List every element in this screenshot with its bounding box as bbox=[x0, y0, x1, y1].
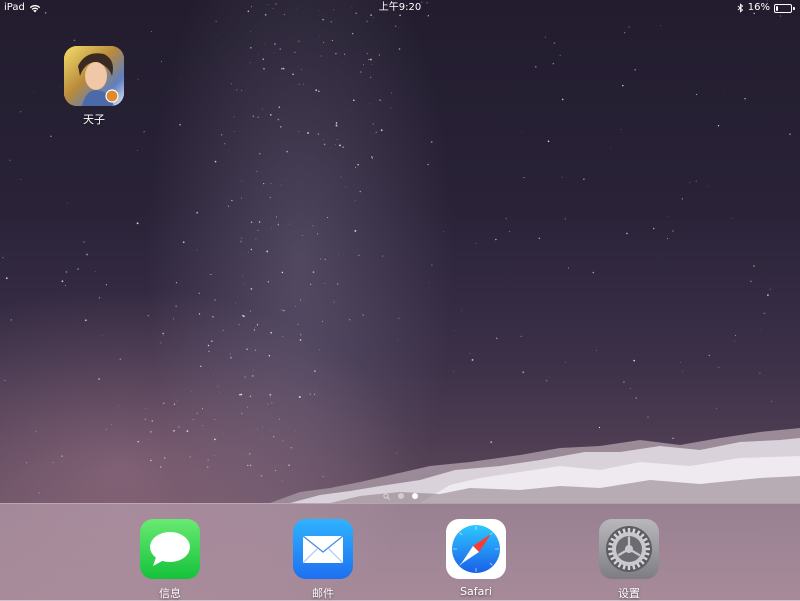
status-bar: iPad 上午9:20 16% bbox=[0, 0, 800, 16]
dock-app-settings[interactable]: 设置 bbox=[589, 519, 669, 601]
messages-icon bbox=[140, 519, 200, 579]
status-right: 16% bbox=[737, 0, 796, 16]
bluetooth-icon bbox=[737, 3, 743, 13]
app-label: Safari bbox=[460, 585, 492, 598]
dock-app-safari[interactable]: Safari bbox=[436, 519, 516, 598]
page-dot-2 bbox=[411, 493, 418, 499]
dock-app-messages[interactable]: 信息 bbox=[130, 519, 210, 601]
battery-icon bbox=[774, 3, 796, 13]
spotlight-search-icon bbox=[382, 492, 390, 500]
app-label: 信息 bbox=[159, 587, 181, 600]
mail-icon bbox=[293, 519, 353, 579]
page-dot-1 bbox=[397, 493, 404, 499]
page-indicator[interactable] bbox=[0, 492, 800, 500]
battery-percent: 16% bbox=[747, 2, 770, 13]
app-label: 天子 bbox=[83, 113, 105, 126]
app-label: 设置 bbox=[618, 587, 640, 600]
home-app-tianzi[interactable]: 天子 bbox=[54, 46, 134, 127]
settings-icon bbox=[599, 519, 659, 579]
dock-app-mail[interactable]: 邮件 bbox=[283, 519, 363, 601]
dock: 信息 邮件 Safari 设置 bbox=[0, 503, 800, 601]
game-app-icon bbox=[64, 46, 124, 106]
safari-icon bbox=[446, 519, 506, 579]
status-time: 上午9:20 bbox=[378, 2, 422, 13]
app-label: 邮件 bbox=[312, 587, 334, 600]
